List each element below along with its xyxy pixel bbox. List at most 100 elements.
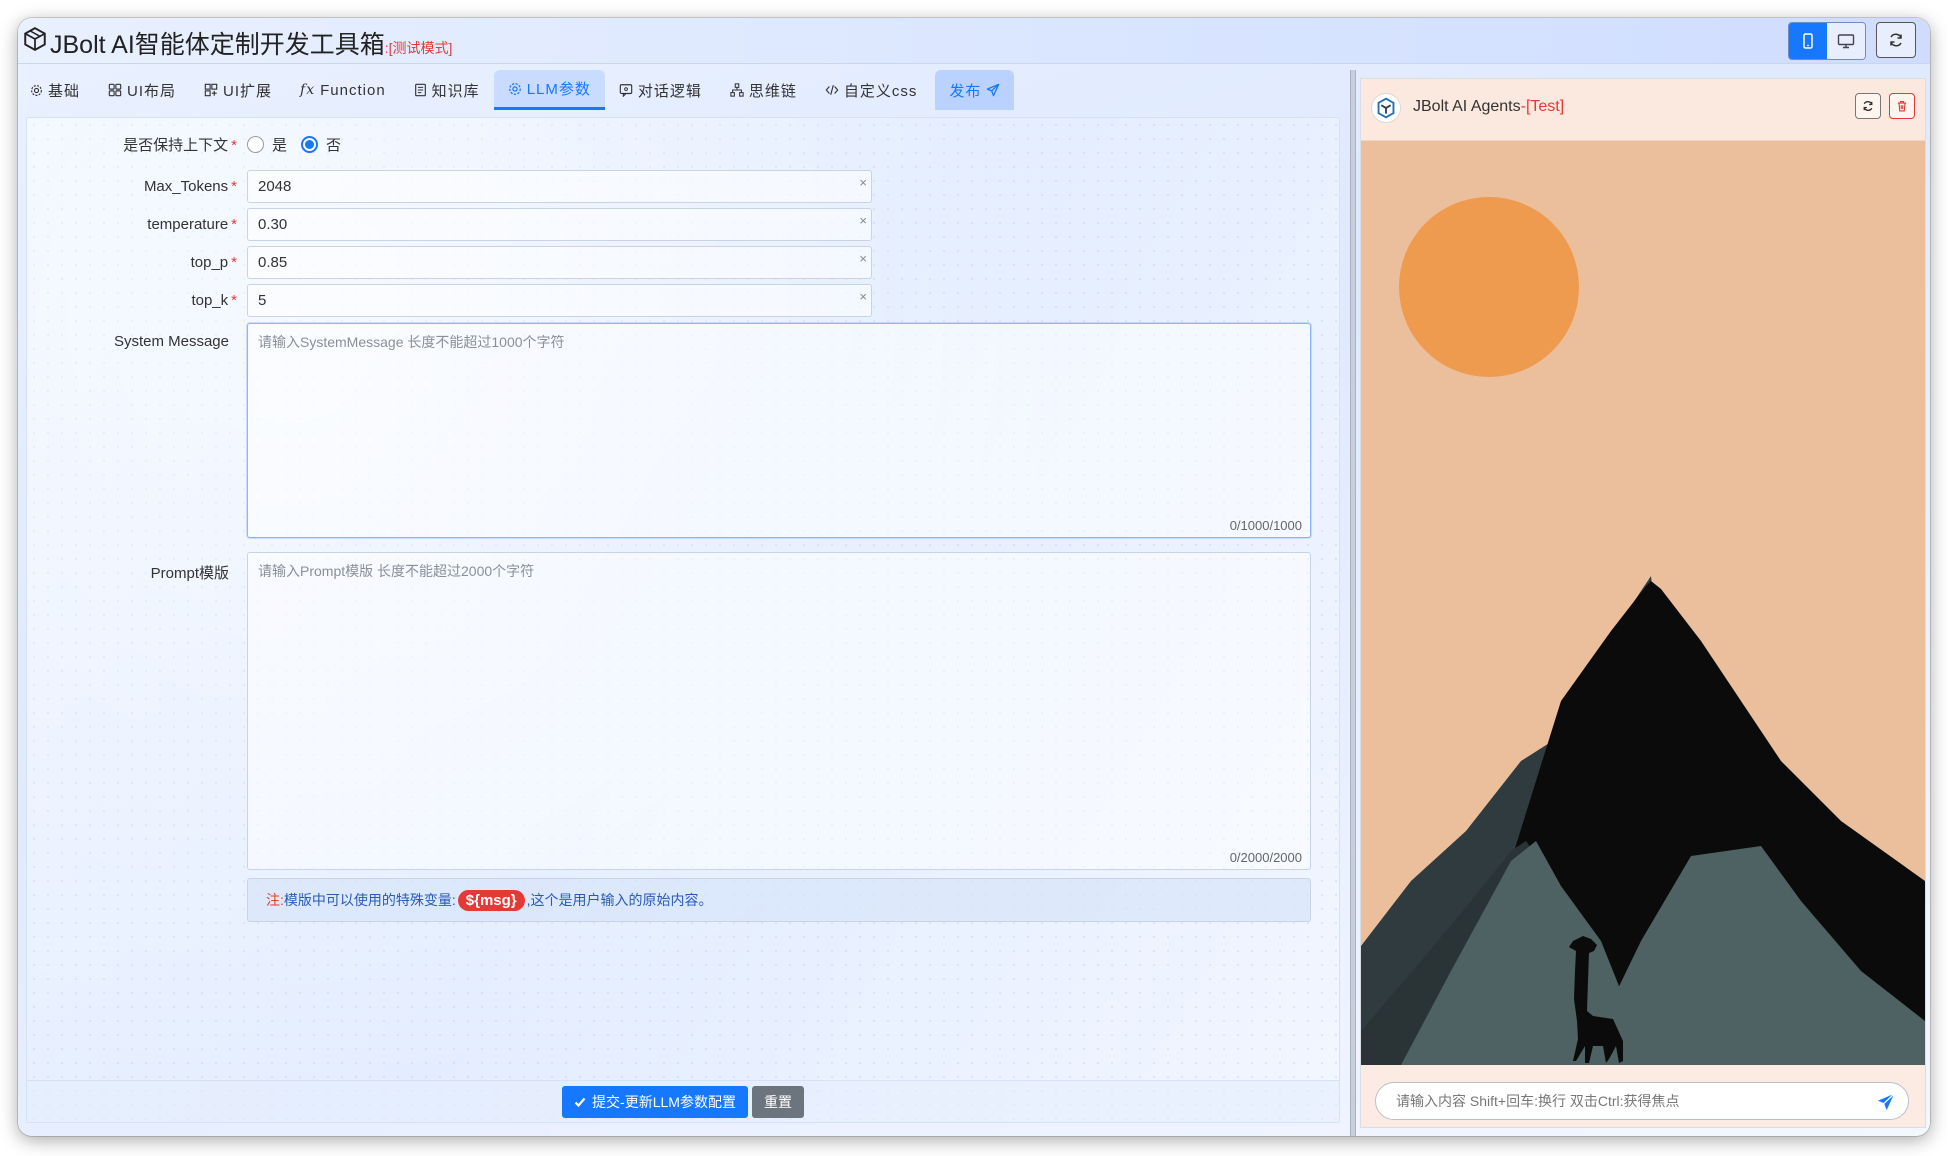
grid-icon [108, 83, 122, 97]
mobile-view-button[interactable] [1789, 23, 1827, 59]
mode-label: :[测试模式] [384, 40, 453, 56]
chat-refresh-button[interactable] [1855, 93, 1881, 119]
app-title-text: JBolt AI智能体定制开发工具箱 [50, 31, 385, 59]
variable-badge: ${msg} [457, 889, 525, 911]
chat-input-placeholder: 请输入内容 Shift+回车:换行 双击Ctrl:获得焦点 [1396, 1093, 1680, 1109]
keep-context-no-radio[interactable]: 否 [301, 134, 341, 155]
chat-input[interactable]: 请输入内容 Shift+回车:换行 双击Ctrl:获得焦点 [1375, 1082, 1909, 1120]
tab-label: 发布 [949, 82, 982, 100]
required-mark: * [231, 178, 237, 195]
chat-title: JBolt AI Agents-[Test] [1413, 98, 1564, 116]
code-icon [825, 85, 839, 95]
prompt-template-placeholder: 请输入Prompt模版 长度不能超过2000个字符 [258, 563, 535, 579]
config-pane: 基础 UI布局 UI扩展 fx Function 知识库 LLM参数 对话逻辑 … [18, 70, 1350, 1136]
check-icon [574, 1097, 586, 1107]
temperature-label-text: temperature [147, 216, 229, 233]
tab-label: 基础 [48, 82, 81, 100]
agent-logo-icon [1371, 93, 1401, 123]
radio-circle-selected [301, 136, 319, 153]
required-mark: * [231, 137, 237, 154]
tab-label: Function [320, 81, 386, 99]
note-text: ,这个是用户输入的原始内容。 [526, 892, 713, 908]
top-k-input[interactable]: 5 × [247, 284, 872, 317]
send-icon[interactable] [1876, 1092, 1896, 1112]
refresh-icon [1863, 101, 1873, 111]
note-text: 模版中可以使用的特殊变量: [283, 892, 456, 908]
tab-label: UI布局 [127, 82, 177, 100]
send-icon [987, 83, 1000, 97]
top-p-row: top_p * 0.85 × [27, 246, 872, 279]
chat-actions [1855, 93, 1915, 119]
titlebar: JBolt AI智能体定制开发工具箱:[测试模式] [18, 18, 1930, 64]
tab-label: LLM参数 [526, 81, 591, 98]
required-mark: * [231, 292, 237, 309]
chat-title-text: JBolt AI Agents [1413, 98, 1521, 115]
required-mark: * [231, 216, 237, 233]
top-k-value: 5 [258, 292, 267, 309]
chat-clear-button[interactable] [1889, 93, 1915, 119]
grid-plus-icon [204, 83, 218, 97]
chat-background-illustration [1361, 141, 1925, 1065]
keep-context-row: 是否保持上下文 * 是 否 [27, 134, 355, 155]
keep-context-yes-radio[interactable]: 是 [247, 134, 287, 155]
tab-label: 自定义css [843, 82, 918, 100]
prompt-template-counter: 0/2000/2000 [1229, 850, 1302, 865]
submit-button[interactable]: 提交-更新LLM参数配置 [562, 1085, 748, 1118]
top-k-row: top_k * 5 × [27, 284, 872, 317]
app-window: JBolt AI智能体定制开发工具箱:[测试模式] 基础 UI布局 UI扩展 f… [18, 18, 1930, 1136]
form-footer: 提交-更新LLM参数配置 重置 [27, 1080, 1339, 1122]
prompt-template-label: Prompt模版 [150, 565, 229, 582]
tab-label: 对话逻辑 [637, 82, 702, 100]
reset-button[interactable]: 重置 [751, 1085, 804, 1118]
system-message-row: System Message 请输入SystemMessage 长度不能超过10… [27, 323, 1311, 538]
keep-context-label-text: 是否保持上下文 [123, 137, 229, 154]
tab-custom-css[interactable]: 自定义css [811, 70, 932, 110]
tab-dialog-logic[interactable]: 对话逻辑 [605, 70, 716, 110]
desktop-view-button[interactable] [1827, 23, 1865, 59]
clear-icon[interactable]: × [859, 251, 867, 266]
top-p-input[interactable]: 0.85 × [247, 246, 872, 279]
cog-icon [508, 82, 521, 95]
prompt-template-textarea[interactable]: 请输入Prompt模版 长度不能超过2000个字符 0/2000/2000 [247, 552, 1311, 870]
chat-icon [619, 84, 633, 97]
chat-preview: JBolt AI Agents-[Test] 请输入内容 Shift+回车:换行… [1360, 78, 1926, 1128]
system-message-label: System Message [113, 333, 229, 350]
note-prefix: 注: [266, 892, 284, 908]
llm-params-form: 是否保持上下文 * 是 否 Max_Tokens * 2048 × temperat… [26, 117, 1340, 1123]
top-p-label: top_p * [27, 254, 247, 271]
radio-circle [247, 136, 264, 153]
temperature-row: temperature * 0.30 × [27, 208, 872, 241]
tab-label: 知识库 [431, 82, 480, 100]
tab-basic[interactable]: 基础 [24, 70, 94, 110]
refresh-icon [1890, 33, 1902, 47]
prompt-template-row: Prompt模版 请输入Prompt模版 长度不能超过2000个字符 0/200… [27, 552, 1311, 870]
max-tokens-value: 2048 [258, 178, 292, 195]
tab-llm-params[interactable]: LLM参数 [493, 70, 605, 110]
required-mark: * [231, 254, 237, 271]
cube-logo-icon [24, 27, 46, 51]
tab-ui-layout[interactable]: UI布局 [94, 70, 190, 110]
max-tokens-input[interactable]: 2048 × [247, 170, 872, 203]
tab-knowledge[interactable]: 知识库 [400, 70, 494, 110]
app-title: JBolt AI智能体定制开发工具箱:[测试模式] [50, 25, 452, 61]
tab-function[interactable]: fx Function [286, 70, 400, 110]
radio-label: 是 [272, 137, 288, 154]
split-divider[interactable] [1350, 70, 1356, 1136]
max-tokens-row: Max_Tokens * 2048 × [27, 170, 872, 203]
tree-icon [730, 83, 744, 97]
clear-icon[interactable]: × [859, 289, 867, 304]
temperature-input[interactable]: 0.30 × [247, 208, 872, 241]
tab-label: UI扩展 [223, 82, 273, 100]
max-tokens-label: Max_Tokens * [27, 178, 247, 195]
system-message-placeholder: 请输入SystemMessage 长度不能超过1000个字符 [258, 334, 565, 350]
refresh-button[interactable] [1876, 22, 1916, 58]
system-message-textarea[interactable]: 请输入SystemMessage 长度不能超过1000个字符 0/1000/10… [247, 323, 1311, 538]
clear-icon[interactable]: × [859, 175, 867, 190]
clear-icon[interactable]: × [859, 213, 867, 228]
device-toggle [1788, 22, 1866, 60]
tab-thought-chain[interactable]: 思维链 [716, 70, 811, 110]
max-tokens-label-text: Max_Tokens [143, 178, 229, 195]
tab-ui-extend[interactable]: UI扩展 [190, 70, 286, 110]
radio-label: 否 [326, 137, 342, 154]
tab-publish[interactable]: 发布 [935, 70, 1015, 110]
